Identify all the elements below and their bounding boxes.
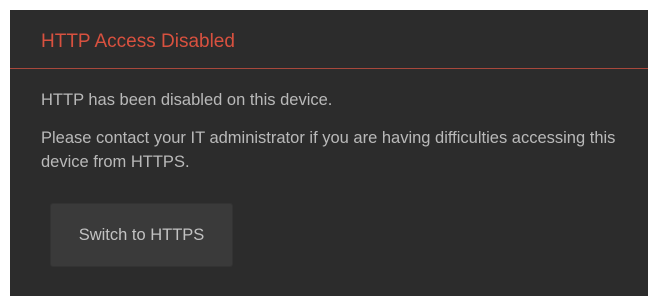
- switch-to-https-button[interactable]: Switch to HTTPS: [50, 203, 233, 267]
- disabled-message: HTTP has been disabled on this device.: [41, 91, 333, 109]
- panel-header: HTTP Access Disabled: [10, 10, 648, 69]
- panel-title: HTTP Access Disabled: [41, 31, 235, 52]
- http-disabled-panel: HTTP Access Disabled HTTP has been disab…: [10, 10, 648, 296]
- contact-admin-message: Please contact your IT administrator if …: [41, 129, 616, 171]
